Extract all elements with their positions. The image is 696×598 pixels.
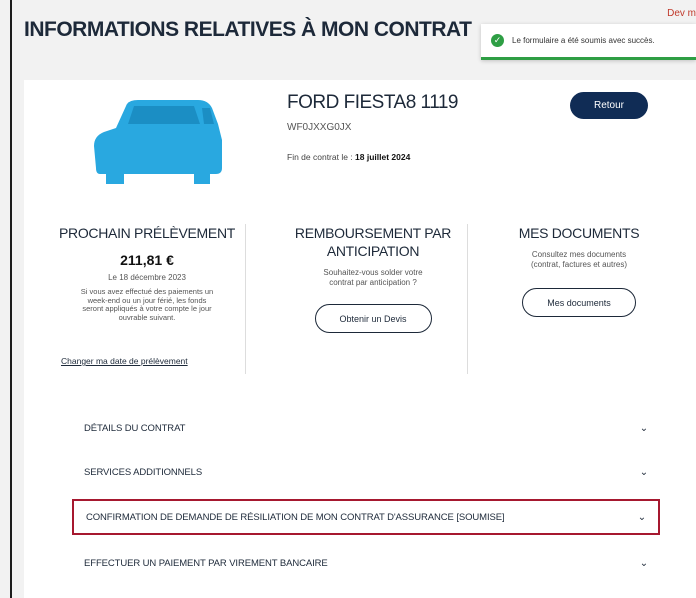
next-payment-section: PROCHAIN PRÉLÈVEMENT 211,81 € Le 18 déce… (38, 224, 256, 322)
accordion-cancellation-confirmation[interactable]: CONFIRMATION DE DEMANDE DE RÉSILIATION D… (72, 499, 660, 535)
my-documents-button[interactable]: Mes documents (522, 288, 636, 317)
chevron-down-icon: ⌄ (639, 466, 648, 478)
chevron-down-icon: ⌄ (639, 422, 648, 434)
early-repayment-desc-1: Souhaitez-vous solder votre (323, 268, 423, 277)
contract-end-value: 18 juillet 2024 (355, 152, 411, 162)
contract-card: FORD FIESTA8 1119 WF0JXXG0JX Fin de cont… (24, 80, 696, 598)
chevron-down-icon: ⌄ (637, 511, 646, 523)
corner-text: Dev m (667, 8, 696, 19)
contract-end-date: Fin de contrat le : 18 juillet 2024 (287, 152, 410, 162)
change-payment-date-link[interactable]: Changer ma date de prélèvement (61, 356, 188, 366)
contract-end-label: Fin de contrat le : (287, 152, 356, 162)
next-payment-note: Si vous avez effectué des paiements un w… (80, 287, 214, 322)
vehicle-name: FORD FIESTA8 1119 (287, 92, 459, 113)
car-image (94, 100, 222, 184)
accordion-bank-transfer[interactable]: EFFECTUER UN PAIEMENT PAR VIREMENT BANCA… (72, 545, 660, 581)
column-divider (467, 224, 468, 374)
accordion-label: SERVICES ADDITIONNELS (84, 466, 203, 478)
early-repayment-title-1: REMBOURSEMENT PAR (294, 225, 452, 241)
accordion-additional-services[interactable]: SERVICES ADDITIONNELS ⌄ (72, 454, 660, 490)
next-payment-title: PROCHAIN PRÉLÈVEMENT (58, 225, 236, 241)
page-title: INFORMATIONS RELATIVES À MON CONTRAT (24, 18, 472, 41)
next-payment-date: Le 18 décembre 2023 (108, 273, 186, 282)
get-quote-button[interactable]: Obtenir un Devis (314, 304, 432, 333)
window-frame (10, 0, 12, 598)
documents-section: MES DOCUMENTS Consultez mes documents (c… (490, 224, 668, 317)
toast-message: Le formulaire a été soumis avec succès. (512, 36, 655, 45)
documents-desc-2: (contrat, factures et autres) (530, 260, 628, 269)
accordion-label: DÉTAILS DU CONTRAT (84, 422, 186, 434)
documents-desc: Consultez mes documents (contrat, factur… (490, 250, 668, 270)
accordion-contract-details[interactable]: DÉTAILS DU CONTRAT ⌄ (72, 410, 660, 446)
column-divider (245, 224, 246, 374)
early-repayment-title-2: ANTICIPATION (326, 243, 420, 259)
accordion-label: CONFIRMATION DE DEMANDE DE RÉSILIATION D… (86, 511, 505, 523)
documents-title: MES DOCUMENTS (518, 225, 640, 241)
next-payment-amount: 211,81 € (120, 252, 174, 268)
check-circle-icon: ✓ (491, 34, 504, 47)
success-toast: ✓ Le formulaire a été soumis avec succès… (481, 24, 696, 60)
chevron-down-icon: ⌄ (639, 557, 648, 569)
early-repayment-desc: Souhaitez-vous solder votre contrat par … (256, 268, 490, 288)
early-repayment-section: REMBOURSEMENT PAR ANTICIPATION Souhaitez… (256, 224, 490, 333)
early-repayment-desc-2: contrat par anticipation ? (329, 278, 417, 287)
documents-desc-1: Consultez mes documents (531, 250, 627, 259)
accordion-label: EFFECTUER UN PAIEMENT PAR VIREMENT BANCA… (84, 557, 328, 569)
vehicle-vin: WF0JXXG0JX (287, 122, 352, 133)
back-button[interactable]: Retour (570, 92, 648, 119)
